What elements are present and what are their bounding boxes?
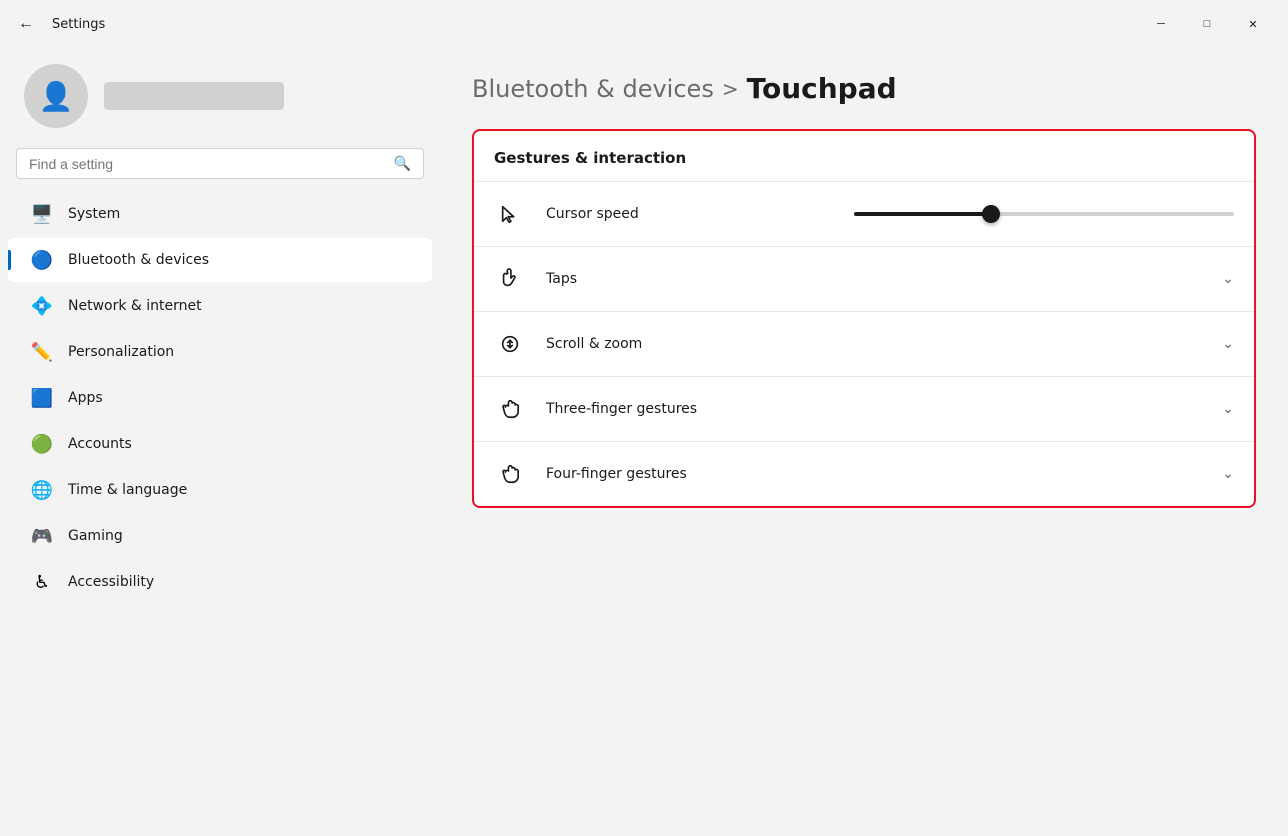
taps-icon <box>494 263 526 295</box>
sidebar-item-label: Apps <box>68 390 103 406</box>
settings-card: Gestures & interaction Cursor speed <box>472 129 1256 508</box>
sidebar-item-label: Bluetooth & devices <box>68 252 209 268</box>
scroll-zoom-icon <box>494 328 526 360</box>
network-icon: 💠 <box>32 296 52 316</box>
three-finger-row[interactable]: Three-finger gestures ⌄ <box>474 376 1254 441</box>
sidebar-item-time[interactable]: 🌐 Time & language <box>8 468 432 512</box>
breadcrumb-current: Touchpad <box>747 72 897 105</box>
sidebar-item-network[interactable]: 💠 Network & internet <box>8 284 432 328</box>
sidebar-item-system[interactable]: 🖥️ System <box>8 192 432 236</box>
search-input[interactable] <box>29 156 386 172</box>
four-finger-icon <box>494 458 526 490</box>
sidebar-item-accounts[interactable]: 🟢 Accounts <box>8 422 432 466</box>
close-button[interactable]: ✕ <box>1230 8 1276 40</box>
titlebar: ← Settings ─ □ ✕ <box>0 0 1288 48</box>
taps-right: ⌄ <box>1222 271 1234 287</box>
titlebar-left: ← Settings <box>12 10 105 38</box>
minimize-button[interactable]: ─ <box>1138 8 1184 40</box>
main-content: Bluetooth & devices > Touchpad Gestures … <box>440 48 1288 836</box>
sidebar: 👤 🔍 🖥️ System 🔵 Bluetooth & devices 💠 Ne… <box>0 48 440 836</box>
window-controls: ─ □ ✕ <box>1138 8 1276 40</box>
taps-label: Taps <box>546 271 1222 287</box>
slider-fill <box>854 212 991 216</box>
apps-icon: 🟦 <box>32 388 52 408</box>
search-button[interactable]: 🔍 <box>394 155 411 172</box>
taps-row[interactable]: Taps ⌄ <box>474 246 1254 311</box>
sidebar-item-bluetooth[interactable]: 🔵 Bluetooth & devices <box>8 238 432 282</box>
search-box: 🔍 <box>16 148 424 179</box>
scroll-zoom-label: Scroll & zoom <box>546 336 1222 352</box>
scroll-zoom-chevron-icon: ⌄ <box>1222 336 1234 352</box>
breadcrumb: Bluetooth & devices > Touchpad <box>472 72 1256 105</box>
back-button[interactable]: ← <box>12 10 40 38</box>
maximize-button[interactable]: □ <box>1184 8 1230 40</box>
slider-container <box>854 212 1234 216</box>
personalization-icon: ✏️ <box>32 342 52 362</box>
cursor-speed-row[interactable]: Cursor speed <box>474 181 1254 246</box>
scroll-zoom-right: ⌄ <box>1222 336 1234 352</box>
sidebar-item-apps[interactable]: 🟦 Apps <box>8 376 432 420</box>
sidebar-item-label: Gaming <box>68 528 123 544</box>
four-finger-chevron-icon: ⌄ <box>1222 466 1234 482</box>
time-icon: 🌐 <box>32 480 52 500</box>
three-finger-right: ⌄ <box>1222 401 1234 417</box>
system-icon: 🖥️ <box>32 204 52 224</box>
app-title: Settings <box>52 17 105 32</box>
four-finger-label: Four-finger gestures <box>546 466 1222 482</box>
accessibility-icon: ♿ <box>32 572 52 592</box>
avatar: 👤 <box>24 64 88 128</box>
user-icon: 👤 <box>39 80 74 113</box>
cursor-speed-label: Cursor speed <box>546 206 854 222</box>
bluetooth-icon: 🔵 <box>32 250 52 270</box>
cursor-speed-icon <box>494 198 526 230</box>
user-name-placeholder <box>104 82 284 110</box>
three-finger-label: Three-finger gestures <box>546 401 1222 417</box>
four-finger-right: ⌄ <box>1222 466 1234 482</box>
sidebar-item-label: System <box>68 206 120 222</box>
sidebar-item-label: Network & internet <box>68 298 202 314</box>
sidebar-item-personalization[interactable]: ✏️ Personalization <box>8 330 432 374</box>
sidebar-item-accessibility[interactable]: ♿ Accessibility <box>8 560 432 604</box>
four-finger-row[interactable]: Four-finger gestures ⌄ <box>474 441 1254 506</box>
sidebar-item-label: Accounts <box>68 436 132 452</box>
three-finger-icon <box>494 393 526 425</box>
sidebar-item-label: Personalization <box>68 344 174 360</box>
scroll-zoom-row[interactable]: Scroll & zoom ⌄ <box>474 311 1254 376</box>
three-finger-chevron-icon: ⌄ <box>1222 401 1234 417</box>
breadcrumb-separator: > <box>722 77 739 101</box>
sidebar-item-gaming[interactable]: 🎮 Gaming <box>8 514 432 558</box>
sidebar-item-label: Accessibility <box>68 574 154 590</box>
section-title: Gestures & interaction <box>474 131 1254 181</box>
accounts-icon: 🟢 <box>32 434 52 454</box>
sidebar-item-label: Time & language <box>68 482 187 498</box>
gaming-icon: 🎮 <box>32 526 52 546</box>
slider-track[interactable] <box>854 212 1234 216</box>
taps-chevron-icon: ⌄ <box>1222 271 1234 287</box>
app-body: 👤 🔍 🖥️ System 🔵 Bluetooth & devices 💠 Ne… <box>0 48 1288 836</box>
slider-thumb[interactable] <box>982 205 1000 223</box>
breadcrumb-parent: Bluetooth & devices <box>472 75 714 103</box>
user-section: 👤 <box>0 48 440 148</box>
